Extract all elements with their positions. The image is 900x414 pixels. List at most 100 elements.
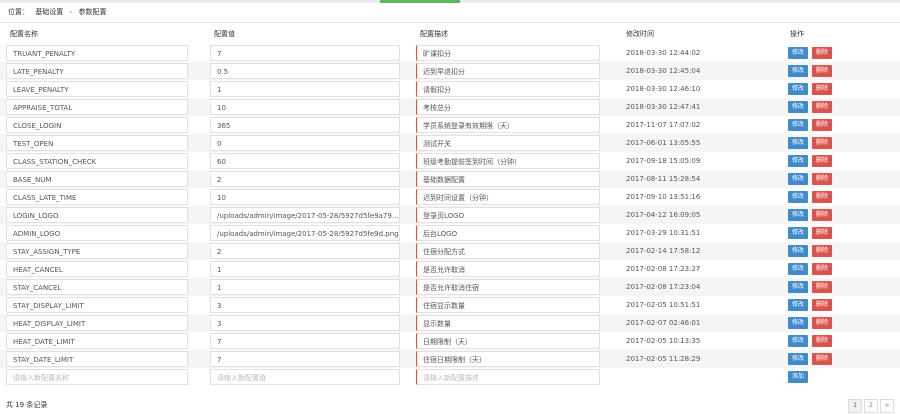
delete-button[interactable]: 删除	[812, 191, 832, 203]
config-value-field[interactable]: 10	[210, 189, 400, 205]
config-desc-field[interactable]: 住宿分配方式	[416, 243, 600, 259]
config-desc-field[interactable]: 登录页LOGO	[416, 207, 600, 223]
config-desc-field[interactable]: 住宿日期限制（天）	[416, 351, 600, 367]
edit-button[interactable]: 修改	[788, 299, 808, 311]
breadcrumb-item-base[interactable]: 基础设置	[35, 8, 63, 16]
delete-button[interactable]: 删除	[812, 119, 832, 131]
config-value-field[interactable]: 0	[210, 135, 400, 151]
config-name-field[interactable]: STAY_DATE_LIMIT	[6, 351, 188, 367]
config-desc-field[interactable]: 显示数量	[416, 315, 600, 331]
new-name-input[interactable]: 请输入新配置名称	[6, 369, 188, 385]
config-name-field[interactable]: CLASS_LATE_TIME	[6, 189, 188, 205]
edit-button[interactable]: 修改	[788, 47, 808, 59]
config-name-field[interactable]: STAY_DISPLAY_LIMIT	[6, 297, 188, 313]
config-name-field[interactable]: LATE_PENALTY	[6, 63, 188, 79]
config-name-field[interactable]: LOGIN_LOGO	[6, 207, 188, 223]
config-value-field[interactable]: 365	[210, 117, 400, 133]
edit-button[interactable]: 修改	[788, 263, 808, 275]
config-value-field[interactable]: 1	[210, 261, 400, 277]
config-desc-field[interactable]: 住宿显示数量	[416, 297, 600, 313]
delete-button[interactable]: 删除	[812, 317, 832, 329]
edit-button[interactable]: 修改	[788, 173, 808, 185]
config-desc-field[interactable]: 是否允许取消	[416, 261, 600, 277]
config-value-field[interactable]: 60	[210, 153, 400, 169]
config-name-field[interactable]: TRUANT_PENALTY	[6, 45, 188, 61]
table-row: STAY_DISPLAY_LIMIT 3 住宿显示数量 2017-02-05 10:5…	[0, 296, 900, 314]
delete-button[interactable]: 删除	[812, 137, 832, 149]
config-desc-field[interactable]: 迟到时间设置（分钟）	[416, 189, 600, 205]
config-value-field[interactable]: 0.5	[210, 63, 400, 79]
config-desc-field[interactable]: 后台LOGO	[416, 225, 600, 241]
config-desc-field[interactable]: 测试开关	[416, 135, 600, 151]
edit-button[interactable]: 修改	[788, 65, 808, 77]
config-name-field[interactable]: HEAT_DATE_LIMIT	[6, 333, 188, 349]
config-name-field[interactable]: STAY_ASSIGN_TYPE	[6, 243, 188, 259]
config-desc-field[interactable]: 日期限制（天）	[416, 333, 600, 349]
config-value-field[interactable]: 7	[210, 333, 400, 349]
config-desc-field[interactable]: 学员系统登录有效期限（天）	[416, 117, 600, 133]
delete-button[interactable]: 删除	[812, 83, 832, 95]
config-desc-field[interactable]: 旷课扣分	[416, 45, 600, 61]
config-name-field[interactable]: HEAT_CANCEL	[6, 261, 188, 277]
delete-button[interactable]: 删除	[812, 227, 832, 239]
edit-button[interactable]: 修改	[788, 281, 808, 293]
config-value-field[interactable]: 2	[210, 243, 400, 259]
config-name-field[interactable]: BASE_NUM	[6, 171, 188, 187]
delete-button[interactable]: 删除	[812, 155, 832, 167]
config-value-field[interactable]: 7	[210, 351, 400, 367]
edit-button[interactable]: 修改	[788, 245, 808, 257]
edit-button[interactable]: 修改	[788, 191, 808, 203]
delete-button[interactable]: 删除	[812, 335, 832, 347]
edit-button[interactable]: 修改	[788, 101, 808, 113]
edit-button[interactable]: 修改	[788, 119, 808, 131]
config-value-field[interactable]: 1	[210, 81, 400, 97]
delete-button[interactable]: 删除	[812, 263, 832, 275]
config-value-field[interactable]: 10	[210, 99, 400, 115]
config-name-field[interactable]: CLASS_STATION_CHECK	[6, 153, 188, 169]
delete-button[interactable]: 删除	[812, 65, 832, 77]
config-name-field[interactable]: APPRAISE_TOTAL	[6, 99, 188, 115]
config-name-field[interactable]: TEST_OPEN	[6, 135, 188, 151]
page-2-button[interactable]: 2	[864, 399, 878, 413]
edit-button[interactable]: 修改	[788, 353, 808, 365]
config-value-field[interactable]: 3	[210, 297, 400, 313]
next-page-button[interactable]: >	[880, 399, 894, 413]
edit-button[interactable]: 修改	[788, 317, 808, 329]
add-button[interactable]: 添加	[788, 371, 808, 383]
delete-button[interactable]: 删除	[812, 209, 832, 221]
config-value-field[interactable]: 3	[210, 315, 400, 331]
page-1-button[interactable]: 1	[848, 399, 862, 413]
edit-button[interactable]: 修改	[788, 83, 808, 95]
delete-button[interactable]: 删除	[812, 47, 832, 59]
delete-button[interactable]: 删除	[812, 299, 832, 311]
delete-button[interactable]: 删除	[812, 101, 832, 113]
new-desc-input[interactable]: 请输入新配置描述	[416, 369, 600, 385]
config-name-field[interactable]: HEAT_DISPLAY_LIMIT	[6, 315, 188, 331]
delete-button[interactable]: 删除	[812, 173, 832, 185]
config-desc-field[interactable]: 是否允许取消住宿	[416, 279, 600, 295]
config-value-field[interactable]: 7	[210, 45, 400, 61]
config-name-field[interactable]: CLOSE_LOGIN	[6, 117, 188, 133]
edit-button[interactable]: 修改	[788, 137, 808, 149]
new-value-input[interactable]: 请输入新配置值	[210, 369, 400, 385]
edit-button[interactable]: 修改	[788, 227, 808, 239]
delete-button[interactable]: 删除	[812, 281, 832, 293]
config-desc-field[interactable]: 请假扣分	[416, 81, 600, 97]
config-desc-field[interactable]: 考核总分	[416, 99, 600, 115]
config-name-field[interactable]: ADMIN_LOGO	[6, 225, 188, 241]
breadcrumb-item-params: 参数配置	[78, 8, 107, 16]
config-value-field[interactable]: 2	[210, 171, 400, 187]
delete-button[interactable]: 删除	[812, 353, 832, 365]
config-value-field[interactable]: 1	[210, 279, 400, 295]
edit-button[interactable]: 修改	[788, 155, 808, 167]
config-value-field[interactable]: /uploads/admin/image/2017-05-28/5927d5fe…	[210, 207, 400, 223]
config-desc-field[interactable]: 迟到早退扣分	[416, 63, 600, 79]
delete-button[interactable]: 删除	[812, 245, 832, 257]
config-name-field[interactable]: LEAVE_PENALTY	[6, 81, 188, 97]
edit-button[interactable]: 修改	[788, 335, 808, 347]
config-name-field[interactable]: STAY_CANCEL	[6, 279, 188, 295]
config-desc-field[interactable]: 班级考勤提前签到时间（分钟）	[416, 153, 600, 169]
config-desc-field[interactable]: 基础数据配置	[416, 171, 600, 187]
config-value-field[interactable]: /uploads/admin/image/2017-05-28/5927d5fe…	[210, 225, 400, 241]
edit-button[interactable]: 修改	[788, 209, 808, 221]
